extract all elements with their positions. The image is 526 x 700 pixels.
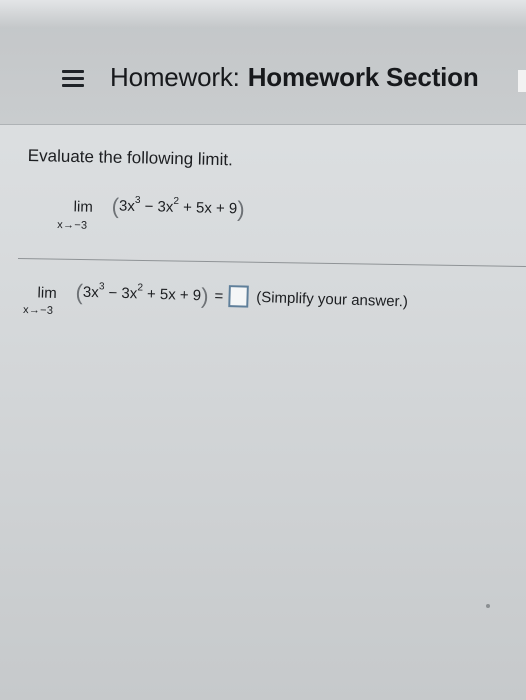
exponent-3: 3 (98, 281, 105, 293)
lim-word: lim (37, 284, 57, 302)
close-paren: ) (236, 196, 245, 222)
lim-word: lim (73, 198, 94, 216)
term-linear-constant: + 5x + 9 (142, 285, 202, 305)
menu-line (62, 77, 84, 80)
screen: Homework: Homework Section Evaluate the f… (0, 0, 526, 700)
menu-line (62, 84, 84, 87)
title-section: Homework Section (247, 62, 479, 92)
answer-input[interactable] (227, 285, 249, 308)
term-cubic: 3x (118, 197, 136, 215)
exponent-3: 3 (134, 194, 141, 207)
limit-approach: x→−3 (57, 218, 88, 232)
term-quadratic: − 3x (104, 284, 138, 303)
answer-row: lim x→−3 (3x3 − 3x2 + 5x + 9) = (Simplify … (23, 278, 524, 343)
question-prompt: Evaluate the following limit. (27, 146, 234, 170)
term-cubic: 3x (82, 283, 100, 302)
scroll-edge (518, 70, 526, 92)
exponent-2: 2 (173, 195, 180, 207)
term-linear-constant: + 5x + 9 (178, 198, 238, 218)
simplify-hint: (Simplify your answer.) (255, 288, 409, 311)
screen-speck (486, 604, 490, 608)
page-title: Homework: Homework Section (110, 62, 479, 93)
top-bar: Homework: Homework Section (0, 0, 526, 125)
equals-sign: = (214, 287, 224, 305)
menu-line (62, 70, 84, 73)
term-quadratic: − 3x (140, 198, 174, 216)
exponent-2: 2 (137, 282, 144, 294)
limit-expression: lim x→−3 (3x3 − 3x2 + 5x + 9) (57, 192, 298, 248)
close-paren: ) (200, 283, 209, 309)
limit-body: (3x3 − 3x2 + 5x + 9) (111, 193, 245, 222)
title-prefix: Homework: (110, 62, 240, 92)
limit-approach: x→−3 (22, 303, 54, 317)
top-bar-sheen (0, 0, 526, 28)
divider (17, 258, 526, 267)
hamburger-menu-icon[interactable] (62, 70, 84, 88)
limit-body: (3x3 − 3x2 + 5x + 9) = (Simplify your answ… (75, 280, 408, 316)
